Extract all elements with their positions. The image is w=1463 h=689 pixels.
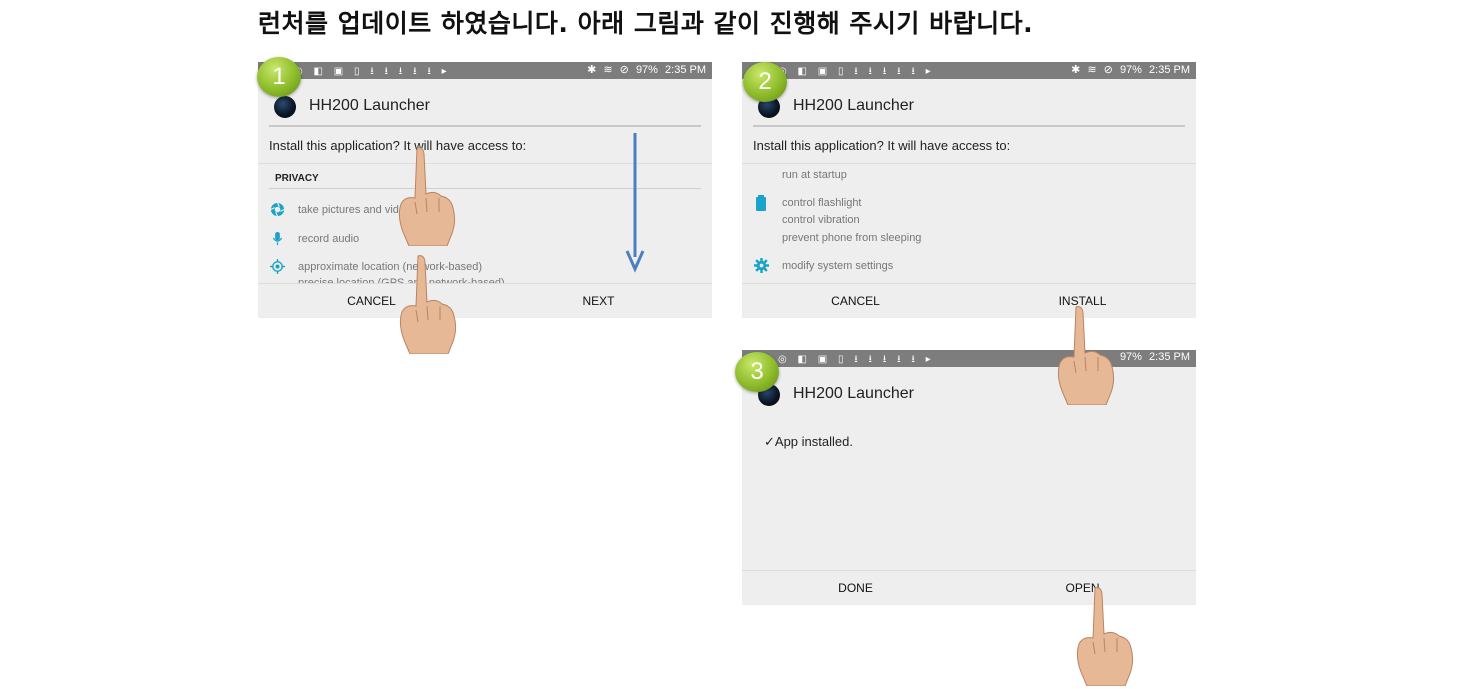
status-right: ✱ ≋ ⊘ 97% 2:35 PM	[583, 63, 706, 76]
permission-item: record audio	[298, 233, 360, 245]
install-message: App installed.	[774, 434, 853, 449]
notification-icons: ◎ ◧ ▣ ▯ ⭳ ⭳ ⭳ ⭳ ⭳ ▸	[294, 66, 451, 77]
divider	[742, 163, 1196, 164]
checkmark-icon: ✓	[764, 434, 775, 449]
pointing-hand-icon	[1057, 306, 1115, 405]
step-badge-1: 1	[257, 57, 301, 97]
header-divider	[753, 125, 1185, 127]
button-bar: CANCEL NEXT	[258, 283, 712, 318]
pointing-hand-icon	[1076, 587, 1134, 686]
step-badge-3: 3	[735, 352, 779, 392]
clock: 2:35 PM	[1149, 351, 1190, 363]
button-bar: CANCEL INSTALL	[742, 283, 1196, 318]
app-name: HH200 Launcher	[793, 385, 914, 402]
install-status: ✓App installed.	[764, 434, 853, 450]
app-name: HH200 Launcher	[309, 97, 430, 114]
camera-icon	[269, 202, 285, 218]
pointing-hand-icon	[398, 147, 456, 246]
bluetooth-icon: ✱	[1071, 64, 1081, 76]
header-divider	[269, 125, 701, 127]
status-bar: ◎ ◧ ▣ ▯ ⭳ ⭳ ⭳ ⭳ ⭳ ▸ ✱ ≋ ⊘ 97% 2:35 PM	[742, 62, 1196, 79]
cancel-button[interactable]: CANCEL	[742, 284, 969, 318]
microphone-icon	[269, 231, 285, 247]
scroll-down-arrow-icon	[625, 133, 645, 273]
status-bar: ◎ ◧ ▣ ▯ ⭳ ⭳ ⭳ ⭳ ⭳ ▸ ✱ ≋ ⊘ 97% 2:35 PM	[258, 62, 712, 79]
block-icon: ⊘	[619, 64, 629, 76]
gear-icon	[753, 258, 769, 274]
status-right: ✱ ≋ ⊘ 97% 2:35 PM	[1067, 63, 1190, 76]
page-title: 런처를 업데이트 하였습니다. 아래 그림과 같이 진행해 주시기 바랍니다.	[258, 9, 1034, 38]
block-icon: ⊘	[1103, 64, 1113, 76]
install-screen-step-2: ◎ ◧ ▣ ▯ ⭳ ⭳ ⭳ ⭳ ⭳ ▸ ✱ ≋ ⊘ 97% 2:35 PM HH…	[742, 62, 1196, 318]
done-button[interactable]: DONE	[742, 571, 969, 605]
notification-icons: ◎ ◧ ▣ ▯ ⭳ ⭳ ⭳ ⭳ ⭳ ▸	[778, 354, 935, 365]
permission-item: control vibration	[782, 214, 860, 226]
battery-level: 97%	[1119, 64, 1142, 76]
pointing-hand-icon	[399, 255, 457, 354]
location-icon	[269, 259, 285, 275]
notification-icons: ◎ ◧ ▣ ▯ ⭳ ⭳ ⭳ ⭳ ⭳ ▸	[778, 66, 935, 77]
wifi-icon: ≋	[603, 64, 613, 76]
permission-item: control flashlight	[782, 197, 862, 209]
install-prompt: Install this application? It will have a…	[753, 138, 1011, 153]
wifi-icon: ≋	[1087, 64, 1097, 76]
next-button[interactable]: NEXT	[485, 284, 712, 318]
install-screen-step-3: ◎ ◧ ▣ ▯ ⭳ ⭳ ⭳ ⭳ ⭳ ▸ 97% 2:35 PM HH200 La…	[742, 350, 1196, 605]
battery-level: 97%	[635, 64, 658, 76]
clock: 2:35 PM	[665, 64, 706, 76]
app-name: HH200 Launcher	[793, 97, 914, 114]
clock: 2:35 PM	[1149, 64, 1190, 76]
permission-item: prevent phone from sleeping	[782, 232, 922, 244]
permission-item: modify system settings	[782, 260, 894, 272]
status-bar: ◎ ◧ ▣ ▯ ⭳ ⭳ ⭳ ⭳ ⭳ ▸ 97% 2:35 PM	[742, 350, 1196, 367]
status-right: 97% 2:35 PM	[1116, 351, 1190, 363]
app-icon	[274, 96, 296, 118]
step-badge-2: 2	[743, 62, 787, 102]
bluetooth-icon: ✱	[587, 64, 597, 76]
permission-item: run at startup	[782, 169, 847, 181]
battery-level: 97%	[1119, 351, 1142, 363]
section-header-privacy: PRIVACY	[275, 173, 319, 184]
battery-icon	[753, 195, 769, 211]
